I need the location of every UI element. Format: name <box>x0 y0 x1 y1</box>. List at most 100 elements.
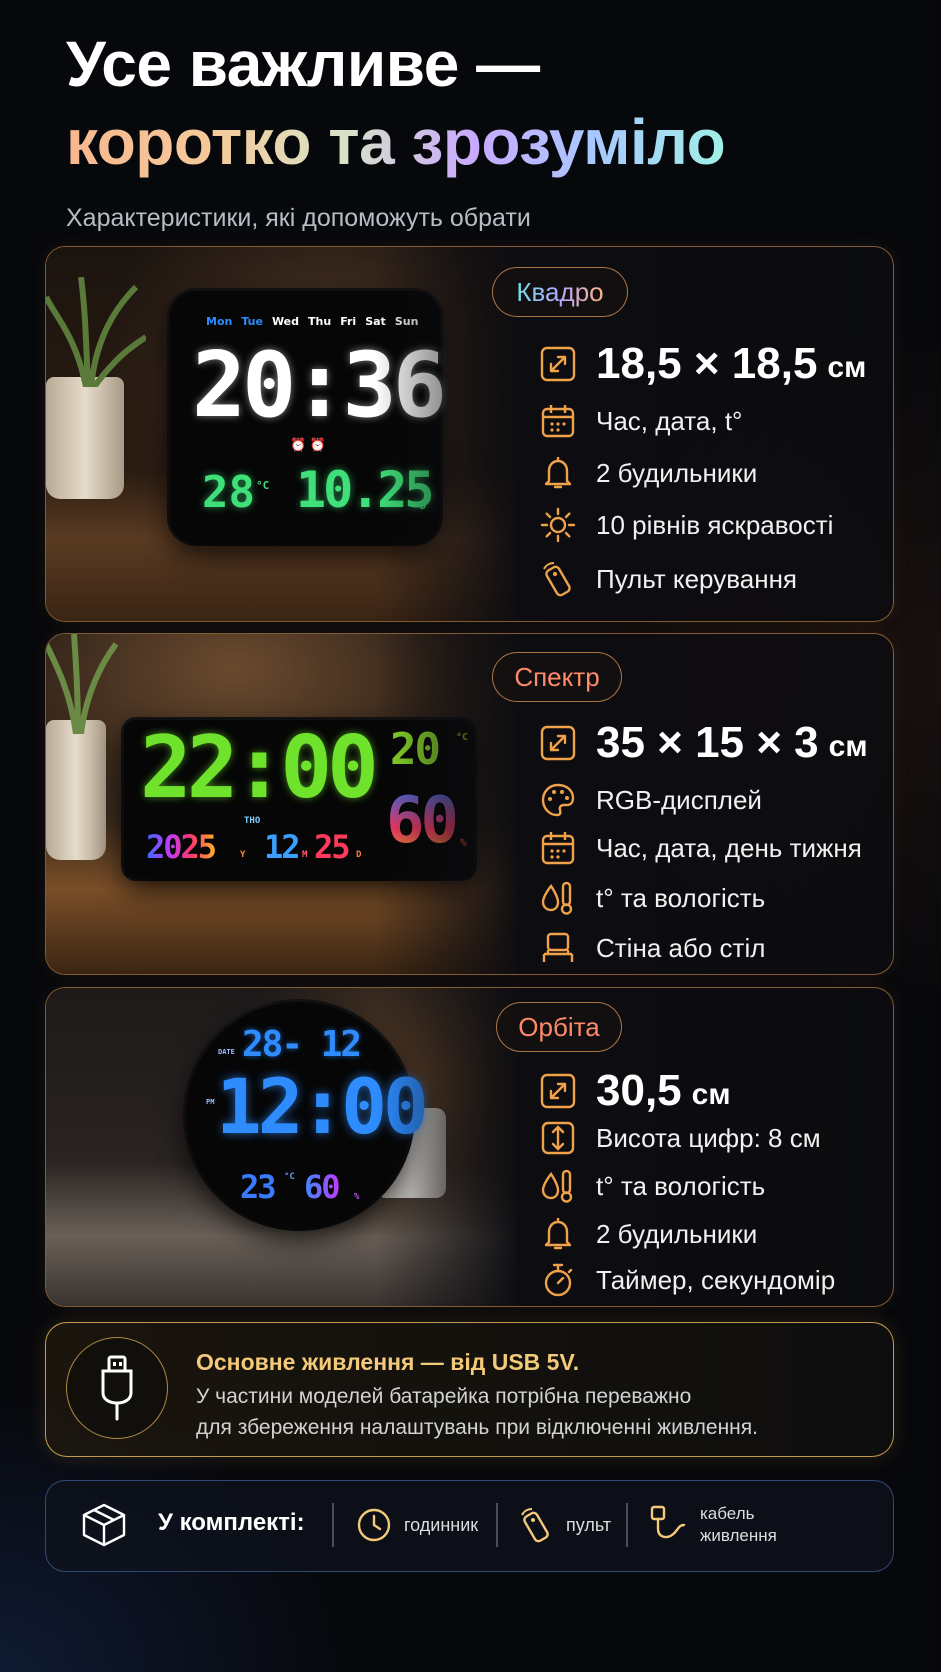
badge-label: Спектр <box>514 661 600 692</box>
plant-pot <box>46 720 106 860</box>
product-photo-orbita: DATE 28- 12 PM 12:00 23 °C 60 % <box>46 988 516 1306</box>
clock-date-label: DATE <box>218 1048 235 1056</box>
remote-icon <box>518 1505 554 1545</box>
feature-label: Висота цифр: 8 см <box>596 1122 821 1153</box>
clock-humidity-unit: % <box>460 836 467 849</box>
weekday-thu: Thu <box>308 315 332 328</box>
clock-date: 10.25 <box>296 461 435 519</box>
clock-icon <box>356 1507 392 1543</box>
clock-temperature: 23 <box>240 1168 277 1206</box>
kit-title: У комплекті: <box>158 1509 305 1536</box>
feature-item: 2 будильники <box>540 455 757 491</box>
feature-item: t° та вологість <box>540 880 765 916</box>
feature-label: t° та вологість <box>596 1170 766 1201</box>
size-unit: см <box>691 1078 731 1111</box>
size-value: 18,5 × 18,5 <box>596 339 818 388</box>
badge-label: Квадро <box>516 276 604 307</box>
feature-item: Час, дата, день тижня <box>540 830 862 866</box>
clock-pm-label: PM <box>206 1098 215 1106</box>
product-card-orbita[interactable]: DATE 28- 12 PM 12:00 23 °C 60 % Орбіта 3… <box>45 987 894 1307</box>
page-title-line2: коротко та зрозуміло <box>66 106 726 178</box>
feature-size: 18,5 × 18,5 см <box>540 339 866 389</box>
feature-label: 2 будильники <box>596 457 758 488</box>
calendar-icon <box>540 403 576 439</box>
clock-time: 22:00 <box>140 718 379 818</box>
feature-item: Стіна або стіл <box>540 930 765 966</box>
feature-label: t° та вологість <box>596 882 766 913</box>
feature-label: Стіна або стіл <box>596 932 766 963</box>
feature-size: 30,5 см <box>540 1066 731 1116</box>
kit-item-remote: пульт <box>518 1505 611 1545</box>
feature-item: t° та вологість <box>540 1168 765 1204</box>
feature-label: 10 рівнів яскравості <box>596 509 834 540</box>
feature-label: Таймер, секундомір <box>596 1264 836 1295</box>
kit-item-clock: годинник <box>356 1507 478 1543</box>
clock-kvadro-image: Mon Tue Wed Thu Fri Sat Sun 20:36 ⏰ ⏰ 28… <box>170 291 447 543</box>
power-description: У частини моделей батарейка потрібна пер… <box>196 1381 758 1443</box>
clock-weekday: THO <box>244 816 261 826</box>
clock-year-suffix: Y <box>240 850 246 860</box>
kit-contents: У комплекті: годинник пульт кабель живле… <box>45 1480 894 1572</box>
size-unit: см <box>827 351 867 384</box>
feature-item: 10 рівнів яскравості <box>540 507 833 543</box>
clock-temp-unit: °C <box>284 1172 295 1182</box>
wall-desk-icon <box>540 930 576 966</box>
plant-icon <box>46 277 146 387</box>
badge-spektr: Спектр <box>492 652 622 702</box>
size-unit: см <box>828 730 868 763</box>
feature-item: Час, дата, t° <box>540 403 742 439</box>
feature-label: Час, дата, t° <box>596 405 743 436</box>
clock-day: 25 <box>314 828 351 866</box>
weekday-sun: Sun <box>394 315 419 328</box>
power-line1: У частини моделей батарейка потрібна пер… <box>196 1385 692 1408</box>
clock-temperature: 28 <box>202 467 255 518</box>
clock-date: 28- 12 <box>242 1024 362 1065</box>
clock-month-suffix: M <box>302 850 308 860</box>
power-title: Основне живлення — від USB 5V. <box>196 1349 580 1375</box>
feature-size: 35 × 15 × 3 см <box>540 718 868 768</box>
product-card-spektr[interactable]: 22:00 THO 20 °C 60 % 2025 Y 12 M 25 D Сп… <box>45 633 894 975</box>
feature-label: RGB-дисплей <box>596 784 762 815</box>
feature-item: RGB-дисплей <box>540 782 762 818</box>
kit-item-label-line2: живлення <box>700 1526 777 1545</box>
feature-item: Пульт керування <box>540 561 797 597</box>
feature-item: Таймер, секундомір <box>540 1262 835 1298</box>
humidity-thermometer-icon <box>540 1168 576 1204</box>
feature-label: Пульт керування <box>596 563 798 594</box>
clock-temperature: 20 <box>390 724 441 775</box>
remote-icon <box>540 561 576 597</box>
clock-temp-unit: °C <box>256 479 270 492</box>
weekday-wed: Wed <box>271 315 300 328</box>
cable-icon <box>648 1503 688 1547</box>
page-title-line1: Усе важливе — <box>66 28 540 100</box>
bell-icon <box>540 1216 576 1252</box>
alarm-icon: ⏰ ⏰ <box>290 437 326 452</box>
size-value: 30,5 <box>596 1066 682 1115</box>
clock-date-suffix: D <box>420 501 427 512</box>
clock-temp-unit: °C <box>456 732 469 743</box>
kit-item-label: годинник <box>404 1514 479 1535</box>
badge-label: Орбіта <box>518 1011 600 1042</box>
weekday-tue: Tue <box>241 315 263 328</box>
clock-time: 20:36 <box>192 333 447 438</box>
humidity-thermometer-icon <box>540 880 576 916</box>
feature-item: 2 будильники <box>540 1216 757 1252</box>
weekday-sat: Sat <box>365 315 386 328</box>
clock-humidity-unit: % <box>354 1192 360 1202</box>
weekday-fri: Fri <box>340 315 357 328</box>
plant-pot <box>46 377 124 499</box>
clock-day-suffix: D <box>356 850 362 860</box>
badge-orbita: Орбіта <box>496 1002 622 1052</box>
clock-orbita-image: DATE 28- 12 PM 12:00 23 °C 60 % <box>186 1002 429 1228</box>
divider <box>332 1503 334 1547</box>
product-card-kvadro[interactable]: Mon Tue Wed Thu Fri Sat Sun 20:36 ⏰ ⏰ 28… <box>45 246 894 622</box>
power-note: Основне живлення — від USB 5V. У частини… <box>45 1322 894 1457</box>
bell-icon <box>540 455 576 491</box>
weekday-mon: Mon <box>206 315 233 328</box>
utensil-jar <box>376 1108 446 1198</box>
kit-item-label: пульт <box>566 1514 612 1535</box>
clock-weekdays: Mon Tue Wed Thu Fri Sat Sun <box>206 315 418 328</box>
stopwatch-icon <box>540 1262 576 1298</box>
clock-year: 2025 <box>146 828 217 866</box>
divider <box>496 1503 498 1547</box>
